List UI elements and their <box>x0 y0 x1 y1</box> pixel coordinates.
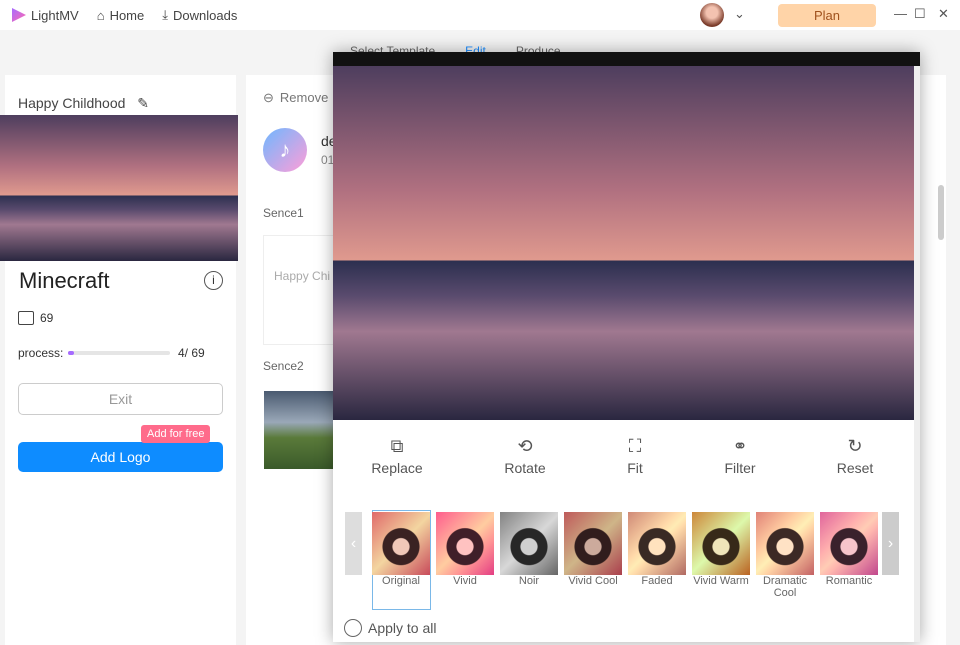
replace-button[interactable]: ⧉ Replace <box>357 436 437 476</box>
close-button[interactable]: ✕ <box>938 6 949 22</box>
filter-original[interactable]: Original <box>372 512 430 587</box>
rotate-button[interactable]: ⟲ Rotate <box>485 436 565 476</box>
filter-vivid[interactable]: Vivid <box>436 512 494 587</box>
add-logo-button[interactable]: Add Logo <box>18 442 223 472</box>
remove-label: Remove <box>279 90 329 105</box>
app-logo: LightMV <box>12 8 79 23</box>
add-for-free-badge: Add for free <box>141 425 211 443</box>
filter-label: Original <box>382 575 420 587</box>
app-name: LightMV <box>31 7 79 23</box>
template-preview <box>0 115 238 261</box>
download-icon: ⤓ <box>162 7 168 22</box>
filter-dramatic-cool[interactable]: Dramatic Cool <box>756 512 814 599</box>
dialog-scrollbar[interactable] <box>914 66 920 642</box>
filter-vivid-warm[interactable]: Vivid Warm <box>692 512 750 587</box>
home-label: Home <box>109 7 145 23</box>
filter-label: Vivid Warm <box>693 575 749 587</box>
rotate-label: Rotate <box>504 460 546 476</box>
downloads-link[interactable]: ⤓ Downloads <box>162 7 237 23</box>
image-count: 69 <box>40 311 54 325</box>
home-link[interactable]: ⌂ Home <box>97 8 145 23</box>
filter-label: Vivid Cool <box>568 575 618 587</box>
filter-label: Noir <box>518 575 540 587</box>
fit-button[interactable]: ⛶ Fit <box>595 436 675 476</box>
filter-faded[interactable]: Faded <box>628 512 686 587</box>
filter-romantic[interactable]: Romantic <box>820 512 878 587</box>
apply-to-all-checkbox[interactable]: Apply to all <box>344 619 436 637</box>
apply-to-all-label: Apply to all <box>368 620 437 636</box>
filter-thumb <box>372 512 430 575</box>
music-icon: ♪ <box>263 128 307 172</box>
logo-icon <box>12 8 26 22</box>
template-panel: Happy Childhood ✎ Minecraft i 69 process… <box>0 75 238 645</box>
info-icon[interactable]: i <box>204 271 223 290</box>
filter-prev-button[interactable]: ‹ <box>345 512 362 575</box>
top-bar: LightMV ⌂ Home ⤓ Downloads ⌄ Plan — ☐ ✕ <box>0 0 960 30</box>
scene2-label: Sence2 <box>263 359 304 373</box>
fit-label: Fit <box>627 460 643 476</box>
filter-label: Romantic <box>825 575 873 587</box>
minus-circle-icon: ⊖ <box>263 90 274 105</box>
filter-thumb <box>436 512 494 575</box>
radio-circle <box>344 619 362 637</box>
process-text: 4/ 69 <box>178 346 205 360</box>
home-icon: ⌂ <box>96 7 105 23</box>
reset-icon: ↻ <box>847 436 863 456</box>
downloads-label: Downloads <box>173 7 238 23</box>
scene1-label: Sence1 <box>263 206 304 220</box>
filter-icon: ⚭ <box>732 436 748 456</box>
filter-next-button[interactable]: › <box>882 512 899 575</box>
scene1-text: Happy Chi <box>274 269 331 283</box>
filter-vivid-cool[interactable]: Vivid Cool <box>564 512 622 587</box>
filter-thumb <box>500 512 558 575</box>
template-name: Minecraft <box>19 268 110 293</box>
reset-label: Reset <box>836 460 874 476</box>
image-preview <box>333 66 914 420</box>
reset-button[interactable]: ↻ Reset <box>815 436 895 476</box>
filter-label: Filter <box>724 460 756 476</box>
scene2-thumb[interactable] <box>264 391 344 469</box>
filter-button[interactable]: ⚭ Filter <box>700 436 780 476</box>
filter-thumb <box>692 512 750 575</box>
filter-thumb <box>628 512 686 575</box>
scrollbar[interactable] <box>938 185 944 240</box>
minimize-button[interactable]: — <box>894 6 907 21</box>
scene1-card[interactable]: Happy Chi <box>263 235 343 345</box>
image-icon <box>18 311 34 325</box>
replace-icon: ⧉ <box>390 436 404 456</box>
filter-label: Faded <box>641 575 673 587</box>
process-bar <box>68 351 170 355</box>
filter-label: Vivid <box>453 575 477 587</box>
project-title: Happy Childhood <box>18 95 126 111</box>
exit-button[interactable]: Exit <box>18 383 223 415</box>
edit-icon[interactable]: ✎ <box>137 95 149 111</box>
chevron-down-icon[interactable]: ⌄ <box>734 6 745 22</box>
dialog-header-bar <box>333 52 920 66</box>
plan-button[interactable]: Plan <box>778 4 876 27</box>
maximize-button[interactable]: ☐ <box>914 6 926 22</box>
process-label: process: <box>18 346 64 360</box>
avatar[interactable] <box>700 3 724 27</box>
filter-thumb <box>564 512 622 575</box>
fit-icon: ⛶ <box>628 436 642 456</box>
remove-button[interactable]: ⊖ Remove <box>263 90 328 106</box>
filter-noir[interactable]: Noir <box>500 512 558 587</box>
rotate-icon: ⟲ <box>517 436 533 456</box>
filter-thumb <box>756 512 814 575</box>
filter-label: Dramatic Cool <box>762 575 807 599</box>
process-fill <box>68 351 74 355</box>
replace-label: Replace <box>371 460 423 476</box>
filter-thumb <box>820 512 878 575</box>
image-edit-dialog: ⧉ Replace ⟲ Rotate ⛶ Fit ⚭ Filter ↻ Reset ‹ ›… <box>333 52 920 642</box>
